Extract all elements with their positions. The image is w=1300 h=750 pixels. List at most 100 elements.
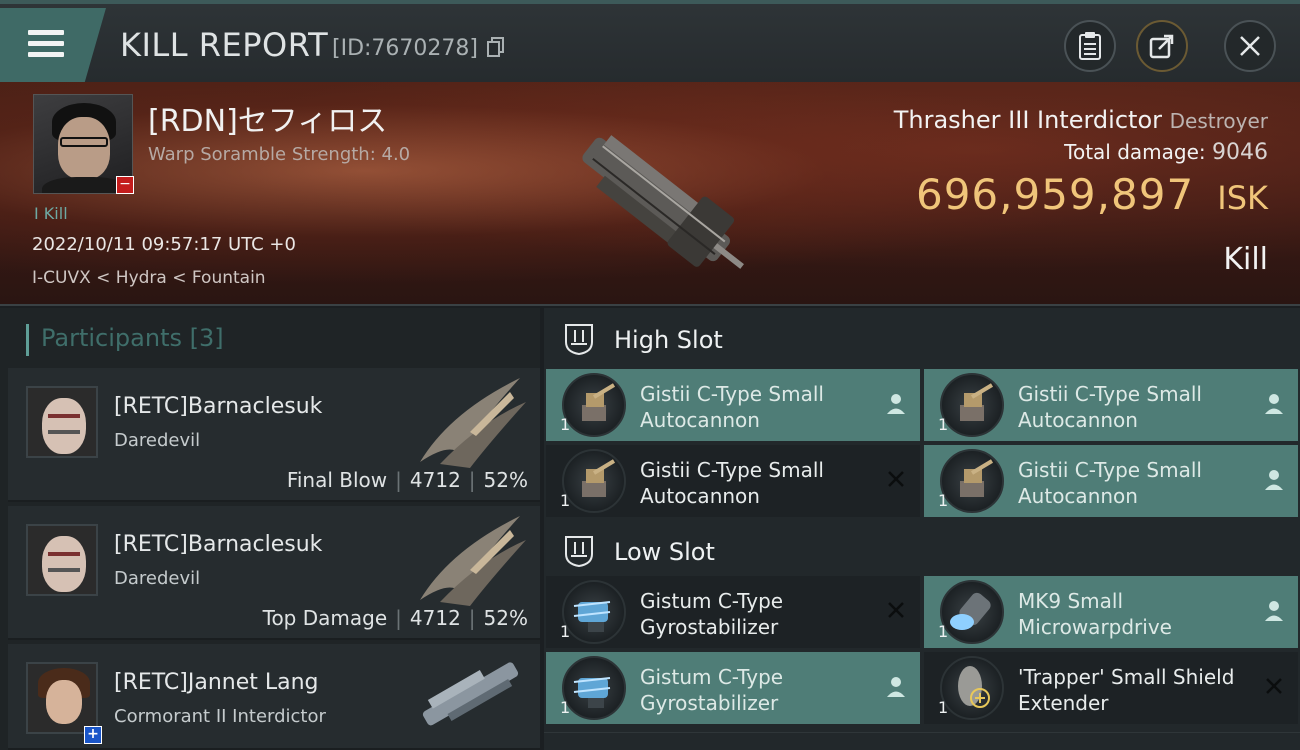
dropped-person-icon <box>887 677 905 697</box>
low-slot-header: Low Slot <box>544 520 1300 580</box>
participant-ship-image <box>422 662 519 726</box>
participant-ship: Cormorant II Interdictor <box>114 706 326 727</box>
dropped-person-icon <box>1265 470 1283 490</box>
low-slot-icon <box>565 536 593 568</box>
participant-name: [RETC]Barnaclesuk <box>114 394 323 419</box>
participant-role: Top Damage <box>262 606 388 630</box>
module-name: 'Trapper' Small Shield Extender <box>1018 665 1235 715</box>
result-label: Kill <box>1223 242 1268 277</box>
victim-banner: − [RDN]セフィロス Warp Soramble Strength: 4.0… <box>0 82 1300 306</box>
dropped-person-icon <box>1265 394 1283 414</box>
module-item[interactable]: 1 'Trapper' Small Shield Extender <box>924 652 1298 724</box>
high-slot-header: High Slot <box>544 308 1300 368</box>
participant-avatar[interactable] <box>26 524 98 596</box>
participant-ship: Daredevil <box>114 568 201 589</box>
participant-ship-image <box>420 378 526 468</box>
participant-stats: Top Damage | 4712 | 52% <box>262 606 528 630</box>
total-damage-label: Total damage: <box>1064 140 1206 164</box>
participant-percent: 52% <box>483 606 528 630</box>
autocannon-icon <box>940 449 1004 513</box>
isk-value: 696,959,897 <box>915 170 1195 219</box>
module-item[interactable]: 1 Gistii C-Type Small Autocannon <box>924 369 1298 441</box>
gyrostabilizer-icon <box>562 656 626 720</box>
friendly-badge-icon: + <box>84 726 102 744</box>
top-bar: KILL REPORT [ID:7670278] <box>0 0 1300 82</box>
module-item[interactable]: 1 Gistii C-Type Small Autocannon <box>546 369 920 441</box>
page-title: KILL REPORT <box>120 26 329 64</box>
participant-ship: Daredevil <box>114 430 201 451</box>
fitting-panel: High Slot 1 Gistii C-Type Small Autocann… <box>544 308 1300 750</box>
module-quantity: 1 <box>938 622 949 641</box>
participant-name: [RETC]Jannet Lang <box>114 670 319 695</box>
share-icon <box>1149 34 1174 59</box>
menu-button[interactable] <box>0 8 106 82</box>
autocannon-icon <box>562 449 626 513</box>
participant-percent: 52% <box>483 468 528 492</box>
share-button[interactable] <box>1136 20 1188 72</box>
victim-ship-image <box>582 135 744 269</box>
dropped-person-icon <box>887 394 905 414</box>
participants-panel: Participants [3] [RETC]Barnaclesuk Dared… <box>0 308 540 750</box>
module-name: Gistii C-Type Small Autocannon <box>640 382 824 432</box>
next-slot-header-partial <box>544 732 1300 750</box>
hostile-badge-icon: − <box>116 176 134 194</box>
participant-damage: 4712 <box>409 468 461 492</box>
clipboard-icon <box>1079 32 1101 60</box>
participant-row[interactable]: + [RETC]Jannet Lang Cormorant II Interdi… <box>8 644 540 750</box>
participant-row[interactable]: [RETC]Barnaclesuk Daredevil Top Damage | 4… <box>8 506 540 640</box>
module-item[interactable]: 1 Gistii C-Type Small Autocannon <box>924 445 1298 517</box>
high-slot-icon <box>565 324 593 356</box>
module-quantity: 1 <box>560 622 571 641</box>
isk-unit: ISK <box>1217 179 1268 217</box>
module-name: Gistum C-Type Gyrostabilizer <box>640 589 784 639</box>
destroyed-x-icon <box>888 602 904 618</box>
module-quantity: 1 <box>938 415 949 434</box>
module-item[interactable]: 1 Gistum C-Type Gyrostabilizer <box>546 576 920 648</box>
participant-stats: Final Blow | 4712 | 52% <box>286 468 528 492</box>
report-id[interactable]: [ID:7670278] <box>332 36 505 61</box>
participant-avatar[interactable] <box>26 386 98 458</box>
close-icon <box>1240 36 1260 56</box>
isk-value-row: 696,959,897 ISK <box>916 170 1268 219</box>
kill-datetime: 2022/10/11 09:57:17 UTC +0 <box>32 234 296 255</box>
module-name: Gistum C-Type Gyrostabilizer <box>640 665 784 715</box>
participants-count: [3] <box>189 324 224 352</box>
victim-name: [RDN]セフィロス <box>148 104 388 139</box>
module-quantity: 1 <box>938 698 949 717</box>
dropped-person-icon <box>1265 601 1283 621</box>
module-item[interactable]: 1 MK9 Small Microwarpdrive <box>924 576 1298 648</box>
victim-ship-name: Thrasher III Interdictor Destroyer <box>894 106 1268 134</box>
gyrostabilizer-icon <box>562 580 626 644</box>
hamburger-icon <box>28 30 64 63</box>
module-item[interactable]: 1 Gistum C-Type Gyrostabilizer <box>546 652 920 724</box>
participant-damage: 4712 <box>409 606 461 630</box>
kill-location[interactable]: I-CUVX < Hydra < Fountain <box>32 268 266 288</box>
ship-type-text: Thrasher III Interdictor <box>893 106 1162 134</box>
module-quantity: 1 <box>938 491 949 510</box>
participant-name: [RETC]Barnaclesuk <box>114 532 323 557</box>
clipboard-button[interactable] <box>1064 20 1116 72</box>
module-name: MK9 Small Microwarpdrive <box>1018 589 1172 639</box>
participants-title: Participants <box>41 324 182 352</box>
close-button[interactable] <box>1224 20 1276 72</box>
participant-ship-image <box>420 516 526 606</box>
participant-avatar[interactable] <box>26 662 98 734</box>
module-name: Gistii C-Type Small Autocannon <box>640 458 824 508</box>
module-quantity: 1 <box>560 415 571 434</box>
ship-class-text: Destroyer <box>1169 109 1268 133</box>
microwarpdrive-icon <box>940 580 1004 644</box>
high-slot-label: High Slot <box>614 326 723 354</box>
participant-row[interactable]: [RETC]Barnaclesuk Daredevil Final Blow | 4… <box>8 368 540 502</box>
copy-icon[interactable] <box>487 37 505 57</box>
kill-count: I Kill <box>34 204 68 223</box>
total-damage-value: 9046 <box>1212 140 1268 165</box>
module-item[interactable]: 1 Gistii C-Type Small Autocannon <box>546 445 920 517</box>
report-id-text: [ID:7670278] <box>332 36 478 61</box>
victim-subtitle: Warp Soramble Strength: 4.0 <box>148 144 411 165</box>
participants-heading: Participants [3] <box>26 324 224 356</box>
module-name: Gistii C-Type Small Autocannon <box>1018 382 1202 432</box>
total-damage: Total damage: 9046 <box>1064 140 1268 165</box>
low-slot-label: Low Slot <box>614 538 715 566</box>
shield-extender-icon <box>940 656 1004 720</box>
module-name: Gistii C-Type Small Autocannon <box>1018 458 1202 508</box>
